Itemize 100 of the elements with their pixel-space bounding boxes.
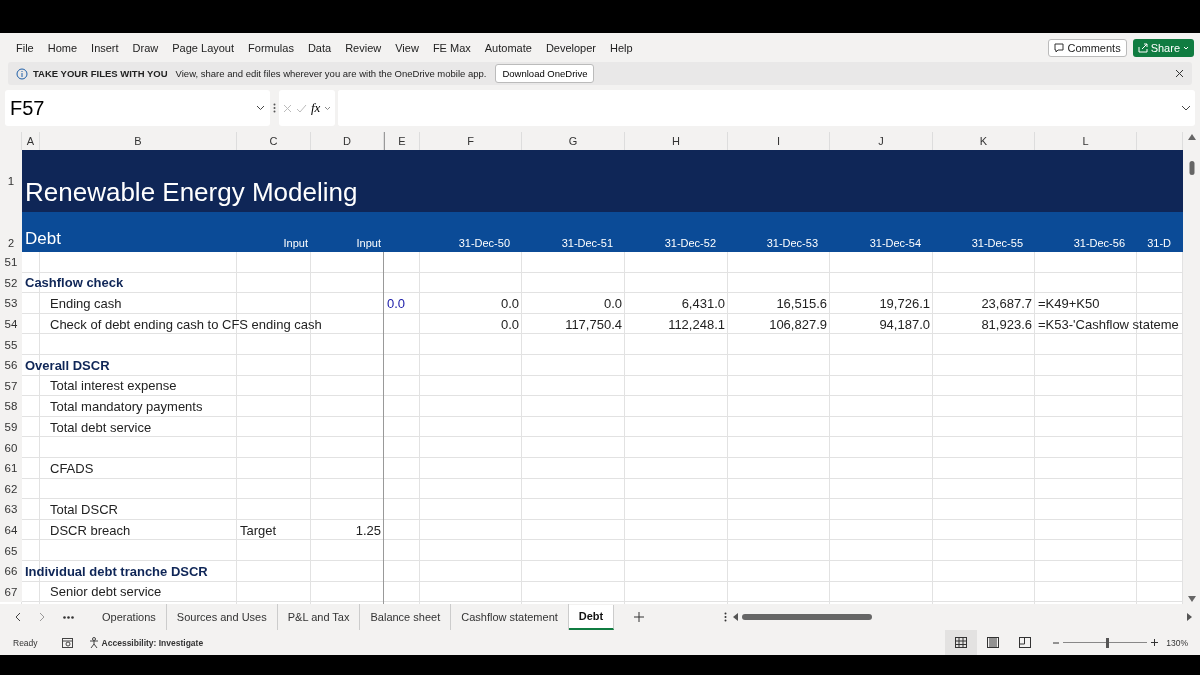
menu-tab[interactable]: Data <box>300 41 339 54</box>
zoom-slider-thumb[interactable] <box>1105 637 1109 648</box>
row-header[interactable]: 2 <box>0 212 22 252</box>
table-cell-text: 112,248.1 <box>667 315 726 334</box>
column-label: Input <box>355 236 382 251</box>
row-header[interactable]: 63 <box>0 499 22 520</box>
normal-view-icon <box>955 637 968 648</box>
menu-tab[interactable]: Review <box>338 41 389 54</box>
scroll-down-icon[interactable] <box>1187 596 1196 602</box>
column-label: 31-D <box>1146 236 1172 251</box>
row-label: DSCR breach <box>49 521 132 540</box>
column-label: 31-Dec-53 <box>765 236 819 251</box>
scroll-right-icon[interactable] <box>1187 613 1192 621</box>
row-header[interactable]: 64 <box>0 519 22 541</box>
menu-tab[interactable]: Automate <box>477 41 539 54</box>
table-cell-text: Target <box>239 521 278 540</box>
table-cell-text: 19,726.1 <box>878 295 931 313</box>
row-header[interactable]: 1 <box>0 150 22 212</box>
info-message: View, share and edit files wherever you are with the OneDrive mobile app. <box>175 68 487 79</box>
check-icon[interactable] <box>296 103 307 113</box>
table-cell-text: 0.0 <box>386 295 407 313</box>
row-label: Total DSCR <box>49 500 119 519</box>
row-header[interactable]: 61 <box>0 457 22 479</box>
share-button[interactable]: Share <box>1132 38 1194 57</box>
menu-tab[interactable]: FE Max <box>425 41 478 54</box>
menu-tab[interactable]: View <box>388 41 426 54</box>
chevron-icon <box>324 105 332 111</box>
menu-tab[interactable]: Help <box>603 41 640 54</box>
row-header[interactable]: 56 <box>0 354 22 376</box>
insert-function-button[interactable]: fx <box>311 100 321 116</box>
row-label: Ending cash <box>49 295 123 313</box>
sheet-title: Renewable Energy Modeling <box>24 176 359 209</box>
table-cell-text: 81,923.6 <box>980 315 1033 334</box>
section-heading: Debt <box>24 228 62 250</box>
row-header[interactable]: 62 <box>0 478 22 500</box>
table-cell-text: 0.0 <box>499 315 520 334</box>
share-icon <box>1137 42 1148 53</box>
more-icon[interactable] <box>63 615 74 619</box>
table-cell-text: 0.0 <box>499 295 520 313</box>
zoom-level[interactable]: 130% <box>1166 637 1188 648</box>
row-label: CFADS <box>49 459 95 478</box>
page-break-view-icon <box>1019 637 1032 648</box>
comment-icon <box>1054 42 1065 53</box>
sheet-tab[interactable]: Cashflow statement <box>451 604 569 630</box>
caret-icon <box>1183 44 1189 51</box>
zoom-in-icon[interactable] <box>1151 639 1159 646</box>
row-header[interactable]: 57 <box>0 375 22 397</box>
section-label: Cashflow check <box>24 274 125 293</box>
row-header[interactable]: 55 <box>0 334 22 355</box>
row-header[interactable]: 52 <box>0 272 22 294</box>
menu-tab[interactable]: Page Layout <box>165 41 242 54</box>
scroll-up-icon[interactable] <box>1187 134 1196 140</box>
add-sheet-icon[interactable] <box>634 612 645 622</box>
row-label: Check of debt ending cash to CFS ending cash <box>49 315 323 334</box>
row-header[interactable]: 67 <box>0 581 22 603</box>
table-cell-text: 23,687.7 <box>980 295 1033 313</box>
row-label: Total debt service <box>49 418 153 437</box>
sheet-tab[interactable]: Debt <box>568 604 615 630</box>
close-icon[interactable] <box>1175 69 1184 78</box>
sheet-tab[interactable]: Balance sheet <box>360 604 452 630</box>
menu-tab[interactable]: Draw <box>125 41 166 54</box>
info-icon <box>16 67 28 80</box>
row-header[interactable]: 65 <box>0 540 22 561</box>
menu-tab[interactable]: Home <box>40 41 85 54</box>
column-label: 31-Dec-56 <box>1072 236 1126 251</box>
row-header[interactable]: 60 <box>0 437 22 458</box>
zoom-out-icon[interactable] <box>1053 641 1060 644</box>
row-header[interactable]: 66 <box>0 560 22 582</box>
row-header[interactable]: 54 <box>0 313 22 335</box>
macro-icon[interactable] <box>61 637 73 648</box>
row-header[interactable]: 53 <box>0 293 22 314</box>
comments-button[interactable]: Comments <box>1048 38 1127 57</box>
accessibility-button[interactable]: Accessibility: Investigate <box>88 637 204 648</box>
row-header[interactable]: 59 <box>0 416 22 438</box>
person-icon <box>88 637 99 648</box>
menu-tab[interactable]: Developer <box>538 41 603 54</box>
normal-view-button[interactable] <box>945 630 978 655</box>
row-header[interactable]: 58 <box>0 396 22 417</box>
info-title: TAKE YOUR FILES WITH YOU <box>33 68 168 79</box>
section-label: Individual debt tranche DSCR <box>24 562 209 581</box>
name-box[interactable]: F57 <box>5 90 270 126</box>
column-label: 31-Dec-54 <box>868 236 922 251</box>
sheet-tab[interactable]: Operations <box>92 604 167 630</box>
table-cell-text: 106,827.9 <box>768 315 828 334</box>
row-header[interactable]: 51 <box>0 252 22 273</box>
column-label: 31-Dec-52 <box>663 236 717 251</box>
formula-cell-text: =K49+K50 <box>1037 295 1101 313</box>
table-cell-text: 94,187.0 <box>878 315 931 334</box>
table-cell-text: 117,750.4 <box>564 315 623 334</box>
sheet-tab[interactable]: Sources and Uses <box>166 604 278 630</box>
more-icon <box>724 612 728 622</box>
sheet-tab[interactable]: P&L and Tax <box>277 604 361 630</box>
row-label: Senior debt service <box>49 583 163 602</box>
scrollbar-thumb[interactable] <box>1188 161 1195 175</box>
scroll-left-icon[interactable] <box>733 613 739 621</box>
scrollbar-thumb[interactable] <box>742 614 873 620</box>
menu-tab[interactable]: File <box>9 41 41 54</box>
menu-tab[interactable]: Insert <box>84 41 126 54</box>
download-button[interactable]: Download OneDrive <box>495 64 595 83</box>
menu-tab[interactable]: Formulas <box>241 41 301 54</box>
